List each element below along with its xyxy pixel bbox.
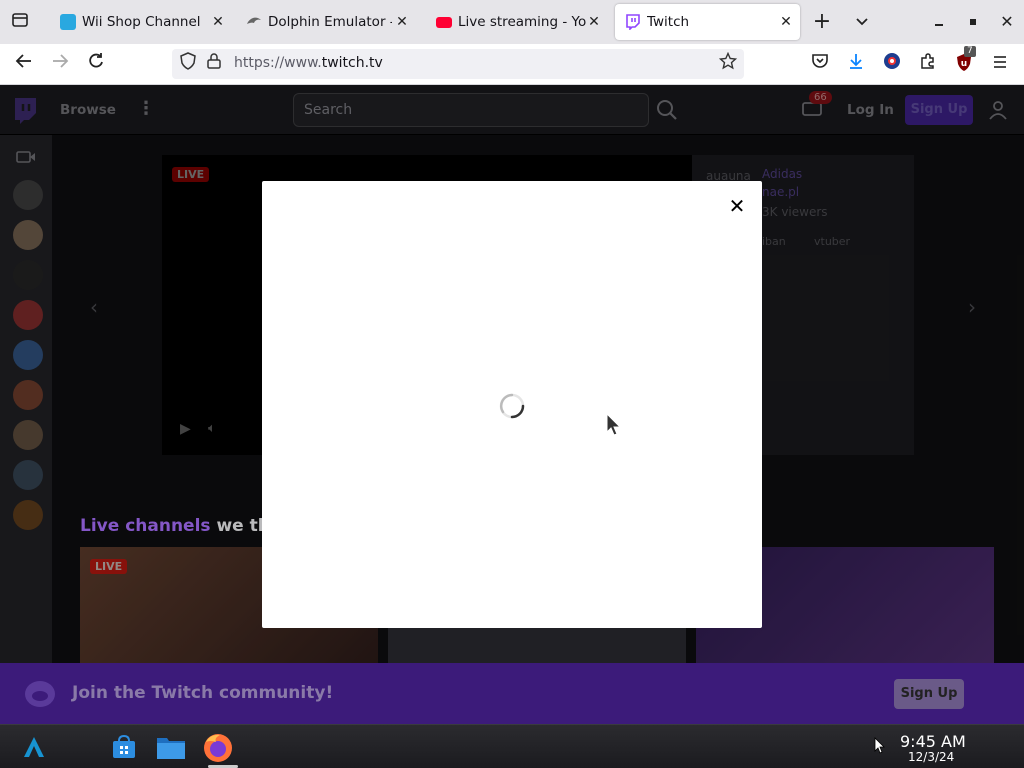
back-icon[interactable] <box>12 52 36 76</box>
svg-text:u: u <box>961 59 967 69</box>
close-tab-icon[interactable]: ✕ <box>778 14 794 30</box>
dolphin-favicon <box>246 14 262 30</box>
browser-tab-bar: Wii Shop Channel ✕ Dolphin Emulator - D … <box>0 0 1024 44</box>
tracking-protection-icon[interactable] <box>176 52 200 76</box>
close-tab-icon[interactable]: ✕ <box>210 14 226 30</box>
browser-nav-bar: https://www.twitch.tv u 7 <box>0 44 1024 85</box>
url-prefix: https://www. <box>234 55 322 71</box>
new-tab-icon[interactable]: + <box>810 10 834 34</box>
close-window-icon[interactable]: ✕ <box>995 10 1019 34</box>
reload-icon[interactable] <box>84 52 108 76</box>
extensions-puzzle-icon[interactable] <box>916 52 940 76</box>
system-taskbar: 9:45 AM 12/3/24 <box>0 724 1024 768</box>
list-all-tabs-icon[interactable] <box>850 10 874 34</box>
tab-title: Wii Shop Channel <box>82 14 201 30</box>
close-tab-icon[interactable]: ✕ <box>394 14 410 30</box>
tab-youtube-live[interactable]: Live streaming - You ✕ <box>430 4 608 40</box>
forward-icon[interactable] <box>48 52 72 76</box>
clock-time[interactable]: 9:45 AM <box>900 732 966 751</box>
tab-title: Twitch <box>647 14 690 30</box>
url-domain: twitch.tv <box>321 55 383 71</box>
ublock-origin-icon[interactable]: u 7 <box>952 46 976 76</box>
modal-close-button[interactable]: ✕ <box>724 195 750 217</box>
system-tray-cursor-icon <box>874 737 888 757</box>
maximize-icon[interactable] <box>961 10 985 34</box>
address-bar[interactable]: https://www.twitch.tv <box>172 49 744 79</box>
tab-wii-shop[interactable]: Wii Shop Channel ✕ <box>52 4 232 40</box>
downloads-icon[interactable] <box>844 52 868 76</box>
minimize-icon[interactable] <box>927 10 951 34</box>
youtube-favicon <box>436 16 452 28</box>
pocket-icon[interactable] <box>808 52 832 76</box>
close-tab-icon[interactable]: ✕ <box>586 14 602 30</box>
tab-title: Dolphin Emulator - D <box>268 14 392 30</box>
firefox-view-icon[interactable] <box>8 10 32 34</box>
bookmark-star-icon[interactable] <box>716 51 740 76</box>
join-community-banner: Join the Twitch community! Sign Up <box>0 663 1024 724</box>
tab-title: Live streaming - You <box>458 14 586 30</box>
lock-icon[interactable] <box>202 52 226 76</box>
join-community-text: Join the Twitch community! <box>72 683 334 703</box>
menu-hamburger-icon[interactable] <box>988 52 1012 76</box>
wii-shop-favicon <box>60 14 76 30</box>
software-store-icon[interactable] <box>111 734 137 760</box>
mouse-cursor-icon <box>606 412 622 437</box>
tab-twitch[interactable]: Twitch ✕ <box>615 4 800 40</box>
banner-signup-button[interactable]: Sign Up <box>894 679 964 709</box>
twitch-favicon <box>625 14 641 31</box>
glitch-mascot-icon <box>22 677 58 711</box>
tab-dolphin-emulator[interactable]: Dolphin Emulator - D ✕ <box>240 4 416 40</box>
firefox-icon[interactable] <box>202 732 234 764</box>
extension-circle-icon[interactable] <box>880 52 904 76</box>
extension-badge: 7 <box>964 46 976 57</box>
file-manager-icon[interactable] <box>156 734 186 760</box>
url-text[interactable]: https://www.twitch.tv <box>234 55 383 71</box>
app-launcher-icon[interactable] <box>22 735 46 759</box>
clock-date[interactable]: 12/3/24 <box>908 750 954 764</box>
loading-spinner-icon <box>498 392 526 420</box>
